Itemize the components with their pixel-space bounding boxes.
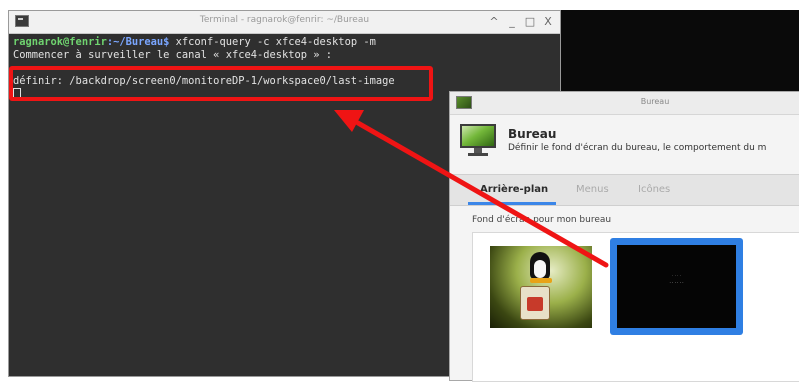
prompt-user: ragnarok@fenrir	[13, 36, 107, 48]
bureau-window-title: Bureau	[640, 97, 670, 106]
command-line: ragnarok@fenrir:~/Bureau$ xfconf-query -…	[13, 36, 556, 49]
close-button[interactable]: X	[542, 14, 554, 29]
shade-button[interactable]: ^	[488, 14, 500, 29]
tab-icones[interactable]: Icônes	[638, 184, 670, 195]
thumb-caption-2: · · · · · ·	[669, 280, 684, 285]
terminal-titlebar[interactable]: Terminal - ragnarok@fenrir: ~/Bureau ^ _…	[9, 11, 560, 34]
terminal-title: Terminal - ragnarok@fenrir: ~/Bureau	[199, 15, 370, 25]
bureau-tabs: Arrière-plan Menus Icônes	[450, 174, 799, 206]
bureau-header: Bureau Définir le fond d'écran du bureau…	[458, 122, 799, 162]
tab-menus[interactable]: Menus	[576, 184, 609, 195]
wallpaper-section-label: Fond d'écran pour mon bureau	[472, 215, 612, 225]
wallpaper-thumbnail-black: · · · · · · · · · ·	[617, 245, 736, 328]
monitor-start-line: Commencer à surveiller le canal « xfce4-…	[13, 49, 333, 61]
maximize-button[interactable]: □	[524, 14, 536, 29]
wallpaper-thumbnail-selected[interactable]: · · · · · · · · · ·	[610, 238, 743, 335]
thumb-caption-1: · · · ·	[672, 273, 681, 278]
highlight-annotation-box	[9, 66, 433, 101]
desktop-background	[560, 10, 799, 92]
bureau-titlebar[interactable]: Bureau	[450, 92, 799, 115]
bureau-header-title: Bureau	[508, 127, 557, 141]
wallpaper-grid: · · · · · · · · · ·	[472, 232, 799, 382]
bureau-settings-window[interactable]: Bureau Bureau Définir le fond d'écran du…	[449, 91, 799, 382]
command-text: xfconf-query -c xfce4-desktop -m	[169, 36, 376, 48]
prompt-path: :~/Bureau$	[106, 36, 170, 48]
minimize-button[interactable]: _	[506, 14, 518, 29]
active-tab-indicator	[468, 202, 556, 205]
bureau-header-subtitle: Définir le fond d'écran du bureau, le co…	[508, 143, 767, 153]
wallpaper-thumbnail-tux[interactable]	[490, 246, 592, 328]
monitor-icon	[460, 124, 496, 158]
tab-arriere-plan[interactable]: Arrière-plan	[480, 184, 548, 195]
